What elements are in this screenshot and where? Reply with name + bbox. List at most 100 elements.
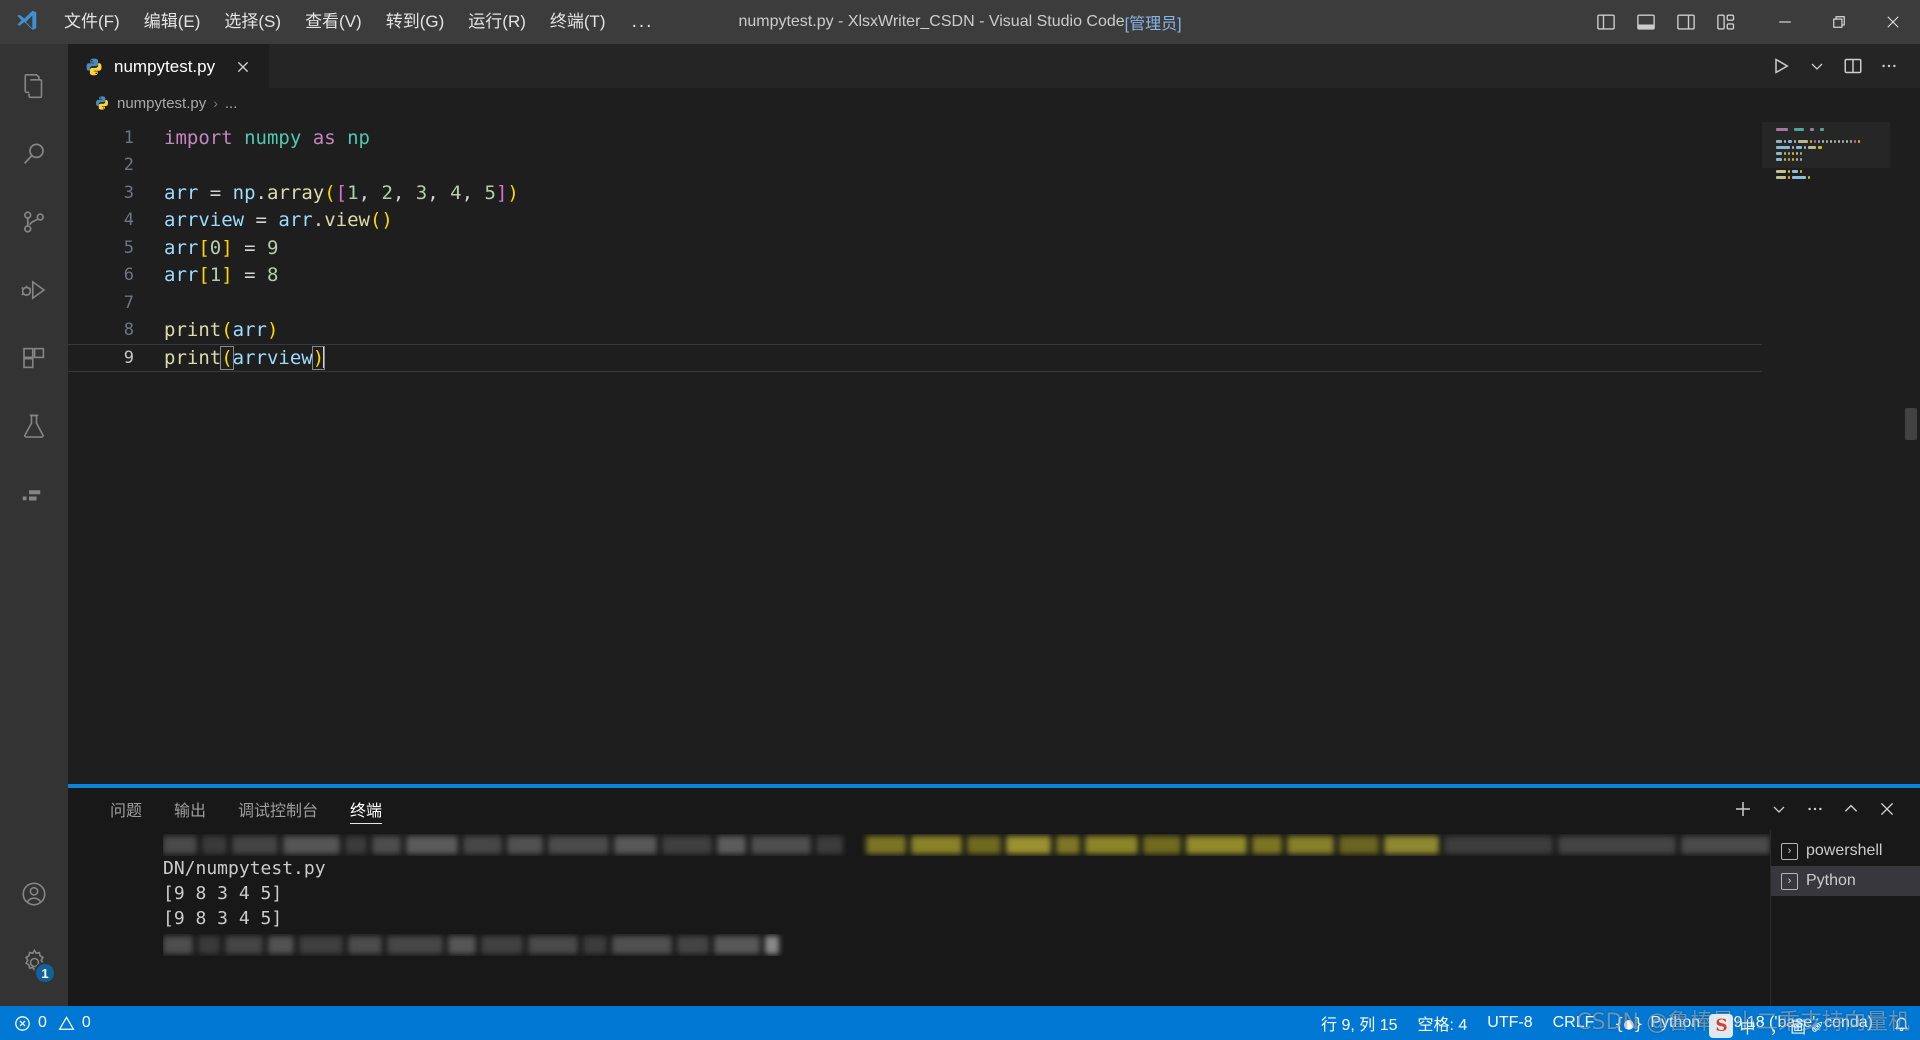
vscode-logo-icon	[0, 8, 52, 36]
maximize-panel-button[interactable]	[1834, 792, 1868, 826]
menu-go[interactable]: 转到(G)	[374, 7, 457, 37]
code-text: arr = np.array([1, 2, 3, 4, 5])	[164, 181, 519, 204]
toggle-secondary-sidebar-icon[interactable]	[1668, 4, 1704, 40]
terminal-tabs-list: › powershell › Python	[1770, 830, 1920, 1006]
customize-layout-icon[interactable]	[1708, 4, 1744, 40]
panel-tab-debug-console[interactable]: 调试控制台	[222, 788, 334, 830]
activity-explorer[interactable]	[0, 52, 68, 120]
menu-file[interactable]: 文件(F)	[52, 7, 132, 37]
terminal-line: [9 8 3 4 5]	[163, 883, 283, 904]
status-language-label: Python	[1650, 1014, 1701, 1031]
window-title-admin: [管理员]	[1124, 16, 1182, 33]
minimap-line	[1762, 170, 1902, 174]
terminal-icon: ›	[1781, 842, 1798, 860]
panel-actions	[1726, 792, 1920, 826]
code-line: 9 print(arrview)	[68, 344, 1762, 372]
line-number: 2	[123, 155, 134, 176]
more-actions-button[interactable]	[1872, 49, 1906, 83]
code-line: 3 arr = np.array([1, 2, 3, 4, 5])	[68, 179, 1762, 207]
editor-scrollbar-thumb[interactable]	[1905, 408, 1917, 440]
status-python-interpreter[interactable]: 3.9.18 ('base': conda)	[1710, 1006, 1883, 1040]
minimap[interactable]	[1762, 118, 1902, 784]
warning-icon	[58, 1015, 75, 1032]
activity-run-debug[interactable]	[0, 256, 68, 324]
line-number: 3	[123, 182, 134, 203]
title-bar: 文件(F) 编辑(E) 选择(S) 查看(V) 转到(G) 运行(R) 终端(T…	[0, 0, 1920, 44]
status-bar: 0 0 行 9, 列 15 空格: 4 UTF-8 CRLF {●} Pytho…	[0, 1006, 1920, 1040]
menu-terminal[interactable]: 终端(T)	[538, 7, 618, 37]
breadcrumb-python-file-icon	[94, 95, 110, 111]
line-number: 1	[123, 127, 134, 148]
tab-label: numpytest.py	[114, 56, 216, 76]
status-problems[interactable]: 0 0	[0, 1006, 101, 1040]
activity-testing[interactable]	[0, 392, 68, 460]
activity-settings[interactable]: 1	[0, 928, 68, 996]
status-eol[interactable]: CRLF	[1543, 1006, 1605, 1040]
code-editor[interactable]: 1 import numpy as np 2 3 arr = np.array([1, …	[68, 118, 1762, 784]
line-number: 5	[123, 237, 134, 258]
panel-tab-output[interactable]: 输出	[158, 788, 222, 830]
minimap-slider[interactable]	[1762, 122, 1890, 168]
activity-search[interactable]	[0, 120, 68, 188]
close-panel-button[interactable]	[1870, 792, 1904, 826]
terminal-entry-python[interactable]: › Python	[1771, 866, 1920, 896]
panel-tabs: 问题 输出 调试控制台 终端	[68, 788, 398, 830]
panel-tab-problems[interactable]: 问题	[94, 788, 158, 830]
code-line: 4 arrview = arr.view()	[68, 207, 1762, 235]
terminal-entry-label: Python	[1806, 872, 1856, 889]
panel-tab-terminal[interactable]: 终端	[334, 788, 398, 830]
toggle-primary-sidebar-icon[interactable]	[1588, 4, 1624, 40]
code-text: import numpy as np	[164, 126, 370, 149]
terminal-profile-dropdown[interactable]	[1762, 792, 1796, 826]
status-notifications[interactable]	[1883, 1006, 1920, 1040]
status-language-mode[interactable]: {●} Python	[1604, 1006, 1710, 1040]
menu-more-button[interactable]: ...	[618, 9, 668, 35]
activity-custom[interactable]	[0, 460, 68, 528]
menu-run[interactable]: 运行(R)	[456, 7, 538, 37]
menu-selection[interactable]: 选择(S)	[212, 7, 293, 37]
terminal-view[interactable]: DN/numpytest.py [9 8 3 4 5] [9 8 3 4 5]	[68, 830, 1770, 1006]
activity-source-control[interactable]	[0, 188, 68, 256]
close-button[interactable]	[1866, 0, 1920, 44]
breadcrumb: numpytest.py › ...	[68, 88, 1920, 118]
restore-button[interactable]	[1812, 0, 1866, 44]
text-cursor	[323, 346, 326, 369]
code-line: 7	[68, 289, 1762, 317]
panel-more-actions-button[interactable]	[1798, 792, 1832, 826]
python-braces-icon: {●}	[1614, 1013, 1644, 1033]
breadcrumb-tail[interactable]: ...	[225, 95, 238, 112]
menu-edit[interactable]: 编辑(E)	[132, 7, 213, 37]
activity-accounts[interactable]	[0, 860, 68, 928]
status-encoding[interactable]: UTF-8	[1477, 1006, 1542, 1040]
terminal-icon: ›	[1781, 872, 1798, 890]
tab-bar: numpytest.py	[68, 44, 1920, 88]
minimap-line	[1762, 176, 1902, 180]
editor-actions	[1764, 44, 1920, 88]
status-cursor-position[interactable]: 行 9, 列 15	[1311, 1006, 1407, 1040]
bottom-panel: 问题 输出 调试控制台 终端 DN/numpytest.py [9 8 3 4 …	[68, 784, 1920, 1006]
status-indentation[interactable]: 空格: 4	[1408, 1006, 1478, 1040]
editor-group: numpytest.py numpytest.py › ... 1 import…	[68, 44, 1920, 1006]
vscode-window: 文件(F) 编辑(E) 选择(S) 查看(V) 转到(G) 运行(R) 终端(T…	[0, 0, 1920, 1040]
breadcrumb-file[interactable]: numpytest.py	[117, 95, 206, 112]
code-text: arr[0] = 9	[164, 236, 279, 259]
minimize-button[interactable]	[1758, 0, 1812, 44]
terminal-entry-powershell[interactable]: › powershell	[1771, 836, 1920, 866]
editor-vertical-scrollbar[interactable]	[1902, 118, 1920, 784]
new-terminal-button[interactable]	[1726, 792, 1760, 826]
tab-close-button[interactable]	[231, 55, 255, 79]
activity-extensions[interactable]	[0, 324, 68, 392]
panel-header: 问题 输出 调试控制台 终端	[68, 788, 1920, 830]
editor-content: 1 import numpy as np 2 3 arr = np.array([1, …	[68, 118, 1920, 784]
line-number: 7	[123, 292, 134, 313]
terminal-line: [9 8 3 4 5]	[163, 908, 283, 929]
split-editor-button[interactable]	[1836, 49, 1870, 83]
tab-numpytest-py[interactable]: numpytest.py	[68, 44, 270, 88]
code-line: 5 arr[0] = 9	[68, 234, 1762, 262]
toggle-panel-icon[interactable]	[1628, 4, 1664, 40]
terminal-redacted-prompt	[163, 934, 1770, 956]
python-file-icon	[84, 57, 104, 77]
run-python-file-button[interactable]	[1764, 49, 1798, 83]
run-options-dropdown[interactable]	[1800, 49, 1834, 83]
menu-view[interactable]: 查看(V)	[293, 7, 374, 37]
